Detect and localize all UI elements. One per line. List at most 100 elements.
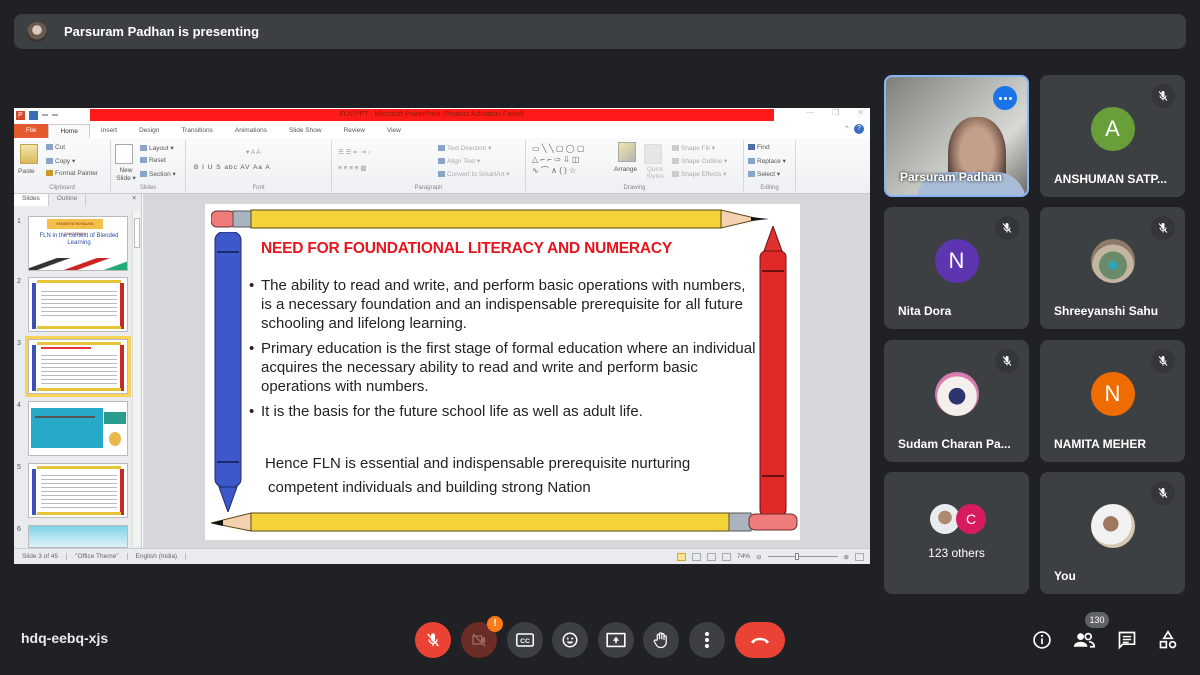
select-button[interactable]: Select ▾ [748, 170, 780, 178]
zoom-slider-knob[interactable] [795, 553, 800, 560]
scissors-icon [46, 144, 53, 151]
others-tile[interactable]: C 123 others [884, 472, 1029, 594]
tab-file[interactable]: File [14, 124, 49, 138]
paste-button[interactable]: Paste [18, 168, 35, 175]
activities-button[interactable] [1156, 628, 1180, 652]
reading-view-icon[interactable] [707, 552, 717, 561]
tab-review[interactable]: Review [333, 124, 376, 138]
self-tile[interactable]: You [1040, 472, 1185, 594]
participant-tile[interactable]: A ANSHUMAN SATP... [1040, 75, 1185, 197]
panel-scrollbar[interactable] [132, 210, 140, 546]
tab-slides[interactable]: Slides [14, 194, 49, 206]
leave-call-button[interactable] [735, 622, 785, 658]
meeting-details-button[interactable] [1030, 628, 1054, 652]
reset-button[interactable]: Reset [140, 157, 166, 164]
more-options-button[interactable] [993, 86, 1017, 110]
slide-thumbnail-3-selected[interactable] [25, 336, 131, 397]
zoom-level[interactable]: 74% [737, 553, 750, 560]
shape-outline-button[interactable]: Shape Outline ▾ [672, 157, 727, 165]
tab-transitions[interactable]: Transitions [170, 124, 224, 138]
text-direction-button[interactable]: Text Direction ▾ [438, 144, 491, 152]
participant-tile[interactable]: N NAMITA MEHER [1040, 340, 1185, 462]
cut-button[interactable]: Cut [46, 144, 65, 151]
more-options-button[interactable] [689, 622, 725, 658]
participant-tile-presenter[interactable]: Parsuram Padhan [884, 75, 1029, 197]
raise-hand-button[interactable] [643, 622, 679, 658]
zoom-slider[interactable] [767, 553, 838, 560]
new-slide-button[interactable]: New Slide ▾ [114, 167, 138, 182]
section-button[interactable]: Section ▾ [140, 170, 176, 178]
thumb-header: KENDRIYA VIDYALAYA SANGATHAN [47, 219, 103, 236]
tab-view[interactable]: View [376, 124, 412, 138]
people-button[interactable] [1072, 628, 1096, 652]
clipboard-group: Paste Cut Copy ▾ Format Painter Clipboar… [14, 140, 111, 192]
shape-effects-button[interactable]: Shape Effects ▾ [672, 170, 726, 178]
save-icon[interactable] [29, 110, 38, 120]
find-button[interactable]: Find [748, 144, 770, 151]
tab-outline[interactable]: Outline [49, 194, 87, 206]
arrange-button[interactable]: Arrange [614, 166, 637, 173]
language[interactable]: English (India) [128, 553, 187, 560]
tab-design[interactable]: Design [128, 124, 170, 138]
chat-button[interactable] [1115, 628, 1139, 652]
mic-off-icon [1151, 349, 1175, 373]
ribbon-collapse-icon[interactable]: ⌃ [844, 125, 850, 133]
new-slide-icon[interactable] [115, 144, 133, 164]
zoom-out-icon[interactable]: ⊖ [756, 553, 761, 561]
undo-icon[interactable] [42, 114, 48, 116]
close-button[interactable]: ✕ [857, 108, 864, 117]
reactions-button[interactable] [552, 622, 588, 658]
meeting-code[interactable]: hdq-eebq-xjs [21, 630, 108, 646]
layout-button[interactable]: Layout ▾ [140, 144, 174, 152]
slide-thumbnail-4[interactable] [28, 401, 128, 456]
shapes-gallery[interactable]: ▭ ╲ ╲ ▢ ◯ ▢ △ ⌐ ⌐ ⇨ ⇩ ◫ ∿ ⌒ ∧ ( ) ☆ [532, 143, 584, 176]
mic-off-icon [427, 633, 439, 647]
help-icon[interactable]: ? [854, 124, 864, 134]
slide-thumbnail-2[interactable] [28, 277, 128, 332]
close-panel-icon[interactable]: ✕ [132, 194, 141, 206]
slide-thumbnail-1[interactable]: KENDRIYA VIDYALAYA SANGATHAN FLN in the … [28, 216, 128, 271]
font-size-controls[interactable]: ▾ A A [246, 148, 260, 156]
pencil-bottom-decoration [211, 512, 798, 532]
participant-name: Sudam Charan Pa... [898, 437, 1011, 451]
list-buttons[interactable]: ☰ ☰ ⇤ ⇥ ↕ [338, 148, 371, 156]
participant-tile[interactable]: Sudam Charan Pa... [884, 340, 1029, 462]
align-buttons[interactable]: ≡ ≡ ≡ ≡ ▥ [338, 164, 367, 172]
slideshow-view-icon[interactable] [722, 552, 732, 561]
tab-insert[interactable]: Insert [90, 124, 128, 138]
tab-home[interactable]: Home [48, 124, 90, 138]
font-format-buttons[interactable]: B I U S abc AV Aa A [194, 164, 271, 171]
tab-slide-show[interactable]: Slide Show [278, 124, 333, 138]
captions-button[interactable]: CC [507, 622, 543, 658]
convert-smartart-button[interactable]: Convert to SmartArt ▾ [438, 170, 510, 178]
participant-tile[interactable]: N Nita Dora [884, 207, 1029, 329]
powerpoint-logo-icon: P [16, 110, 25, 120]
paste-icon[interactable] [20, 144, 38, 164]
mic-toggle-button[interactable] [415, 622, 451, 658]
arrange-icon[interactable] [618, 142, 636, 162]
copy-button[interactable]: Copy ▾ [46, 157, 75, 165]
font-label: Font [252, 185, 265, 191]
participant-name: ANSHUMAN SATP... [1054, 172, 1167, 186]
fit-to-window-icon[interactable] [855, 552, 864, 561]
align-text-button[interactable]: Align Text ▾ [438, 157, 480, 165]
quick-styles-icon[interactable] [644, 144, 662, 164]
minimize-button[interactable]: — [806, 108, 814, 117]
slide-thumbnail-6[interactable] [28, 525, 128, 548]
participant-tile[interactable]: Shreeyanshi Sahu [1040, 207, 1185, 329]
quick-styles-button[interactable]: Quick Styles [642, 166, 668, 180]
normal-view-icon[interactable] [677, 552, 687, 561]
tab-animations[interactable]: Animations [224, 124, 278, 138]
camera-toggle-button[interactable]: ! [461, 616, 503, 658]
redo-icon[interactable] [52, 114, 58, 116]
present-icon [606, 632, 626, 648]
slide-thumbnail-5[interactable] [28, 463, 128, 518]
zoom-in-icon[interactable]: ⊕ [844, 553, 849, 561]
replace-button[interactable]: Replace ▾ [748, 157, 786, 165]
fill-icon [672, 145, 679, 152]
present-screen-button[interactable] [598, 622, 634, 658]
shape-fill-button[interactable]: Shape Fill ▾ [672, 144, 715, 152]
maximize-button[interactable]: ❐ [832, 108, 839, 117]
format-painter-button[interactable]: Format Painter [46, 170, 98, 177]
slide-sorter-icon[interactable] [692, 552, 702, 561]
